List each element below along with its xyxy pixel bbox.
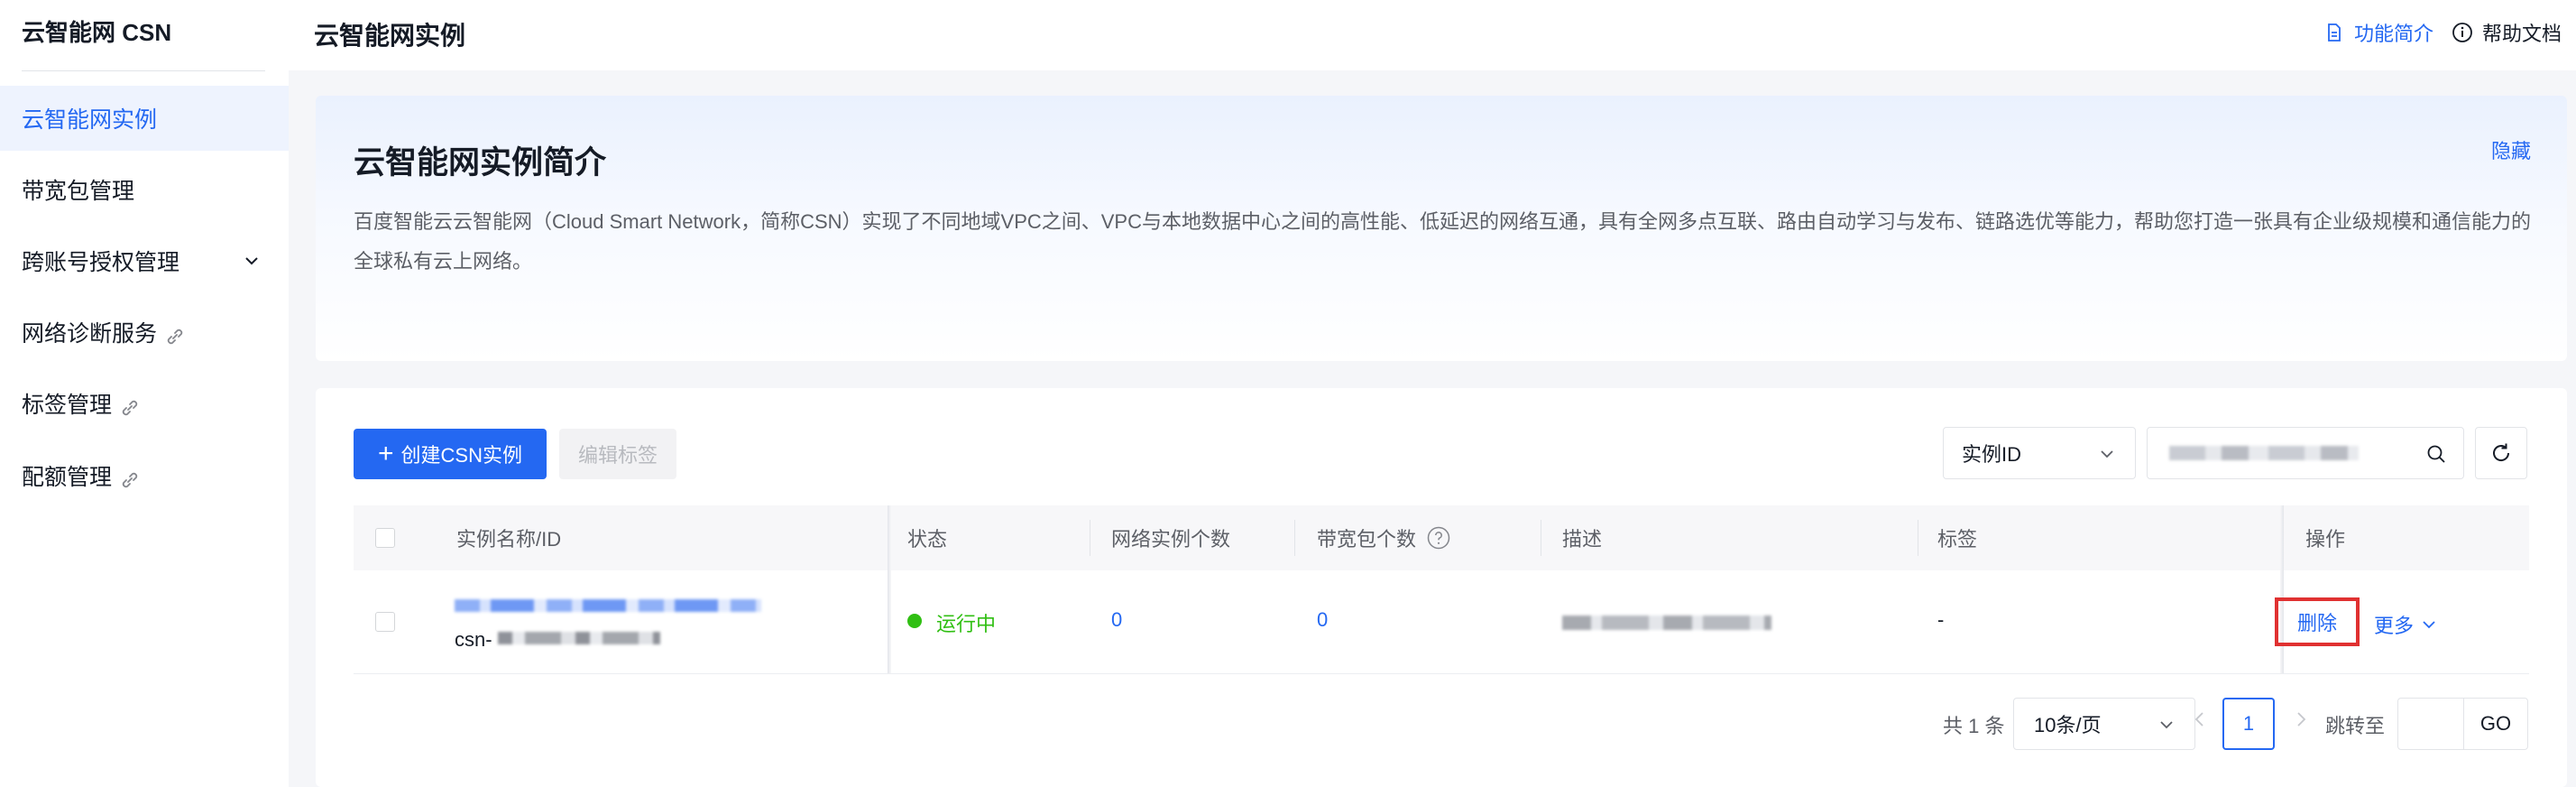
sidebar-item-bandwidth-packages[interactable]: 带宽包管理 [0,157,289,222]
hide-intro-link[interactable]: 隐藏 [2491,135,2531,164]
document-icon [2328,23,2341,42]
jump-to-label: 跳转至 [2325,715,2386,737]
external-link-icon [122,400,138,416]
sidebar-item-cross-account-auth[interactable]: 跨账号授权管理 [0,228,289,293]
plus-icon: + [378,439,394,468]
network-instances-count-link[interactable]: 0 [1111,608,1122,632]
status-badge: 运行中 [936,613,997,635]
search-input-redacted-value [2169,446,2359,460]
delete-button[interactable]: 删除 [2297,607,2337,636]
instance-id-redacted [498,632,660,644]
jump-page-input[interactable] [2397,698,2464,750]
sidebar-item-network-diagnosis[interactable]: 网络诊断服务 [0,300,289,365]
column-name-id: 实例名称/ID [456,528,562,551]
instance-list-card: + 创建CSN实例 编辑标签 实例ID 实例名称/ID 状态 网络实例个数 带宽… [316,388,2567,787]
sidebar-item-label: 网络诊断服务 [22,321,158,347]
info-icon [2452,23,2472,42]
tags-value: - [1937,608,1945,631]
help-icon[interactable] [1427,526,1450,550]
refresh-button[interactable] [2475,427,2527,479]
refresh-icon [2493,443,2510,461]
instance-id-prefix: csn- [455,628,492,651]
page-size-value: 10条/页 [2034,714,2102,736]
page-size-select[interactable]: 10条/页 [2013,698,2195,750]
sidebar-item-label: 带宽包管理 [22,179,135,204]
status-running-dot [907,614,922,628]
top-header: 云智能网实例 功能简介 帮助文档 [289,0,2576,70]
column-network-instances: 网络实例个数 [1111,528,1231,551]
help-docs-label: 帮助文档 [2482,23,2562,45]
column-description: 描述 [1562,528,1603,551]
sidebar-item-label: 配额管理 [22,465,113,490]
go-button[interactable]: GO [2463,698,2528,750]
chevron-down-icon [245,257,258,265]
instance-name-link-redacted[interactable] [455,599,761,612]
page-title: 云智能网实例 [314,22,466,50]
filter-select[interactable]: 实例ID [1943,427,2136,479]
chevron-down-icon [2101,450,2113,458]
intro-description: 百度智能云云智能网（Cloud Smart Network，简称CSN）实现了不… [354,210,2531,273]
page-number-button[interactable]: 1 [2222,698,2275,750]
sidebar-item-label: 云智能网实例 [22,107,158,133]
more-actions-dropdown[interactable]: 更多 [2374,610,2437,639]
filter-select-value: 实例ID [1962,443,2022,466]
bandwidth-packages-count-link[interactable]: 0 [1317,608,1328,632]
chevron-down-icon [2160,721,2173,729]
select-all-checkbox[interactable] [375,528,395,548]
chevron-down-icon [2423,621,2435,629]
sidebar-item-tag-management[interactable]: 标签管理 [0,371,289,436]
search-input[interactable] [2147,427,2464,479]
external-link-icon [167,329,183,345]
next-page-icon[interactable] [2291,709,2311,729]
sidebar-item-label: 标签管理 [22,393,113,418]
sidebar-divider [22,70,265,71]
delete-highlight-box: 删除 [2275,597,2360,646]
total-count: 共 1 条 [1943,715,2005,737]
feature-intro-label: 功能简介 [2354,23,2434,45]
edit-tags-button[interactable]: 编辑标签 [559,429,676,479]
external-link-icon [122,472,138,488]
column-divider [1294,520,1295,556]
column-actions: 操作 [2305,528,2346,551]
create-csn-button[interactable]: + 创建CSN实例 [354,429,547,479]
column-tags: 标签 [1937,528,1978,551]
brand-title: 云智能网 CSN [22,19,172,46]
sidebar-item-quota-management[interactable]: 配额管理 [0,443,289,508]
row-checkbox[interactable] [375,612,395,632]
more-actions-label: 更多 [2374,615,2415,637]
sidebar-item-csn-instances[interactable]: 云智能网实例 [0,86,289,151]
description-redacted [1562,616,1771,630]
prev-page-icon[interactable] [2190,709,2210,729]
intro-title: 云智能网实例简介 [354,145,607,181]
column-bandwidth-packages-label: 带宽包个数 [1317,528,1417,551]
create-csn-label: 创建CSN实例 [400,444,522,467]
sidebar: 云智能网 CSN 云智能网实例 带宽包管理 跨账号授权管理 网络诊断服务 标签管… [0,0,289,787]
feature-intro-link[interactable]: 功能简介 [2323,18,2433,47]
table-header: 实例名称/ID 状态 网络实例个数 带宽包个数 描述 标签 操作 [354,505,2529,673]
intro-card: 云智能网实例简介 隐藏 百度智能云云智能网（Cloud Smart Networ… [316,96,2567,361]
column-status: 状态 [907,528,948,551]
sidebar-item-label: 跨账号授权管理 [22,250,180,275]
table-row: csn- 运行中 0 0 - 删除 更多 [354,570,2529,674]
help-docs-link[interactable]: 帮助文档 [2452,18,2562,47]
search-icon[interactable] [2425,443,2447,465]
column-bandwidth-packages: 带宽包个数 [1317,505,1450,570]
